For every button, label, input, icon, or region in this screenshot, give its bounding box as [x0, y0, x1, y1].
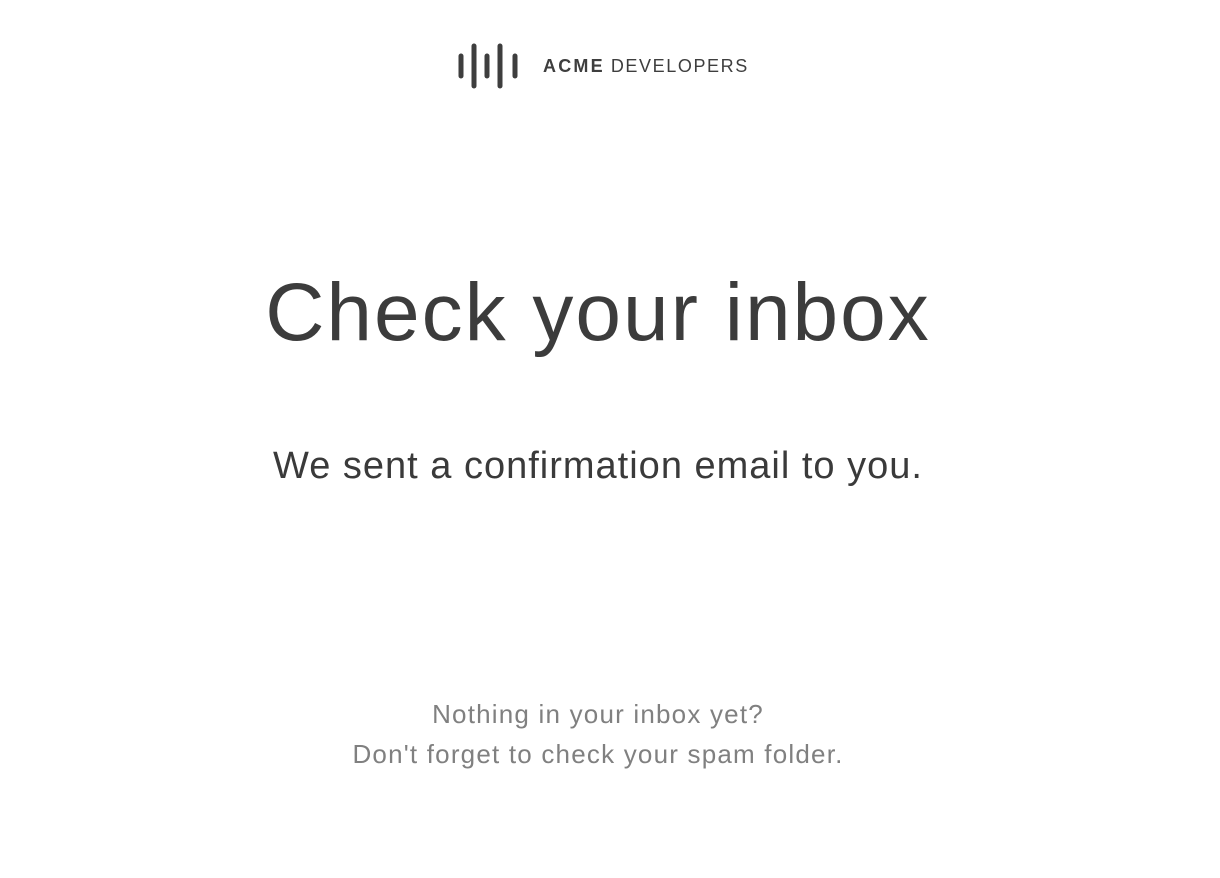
spam-hint: Nothing in your inbox yet? Don't forget …: [0, 694, 1196, 774]
spam-hint-line-1: Nothing in your inbox yet?: [432, 699, 764, 729]
confirmation-message: We sent a confirmation email to you.: [273, 445, 923, 487]
brand-name: ACME DEVELOPERS: [543, 57, 749, 75]
brand-logo[interactable]: ACME DEVELOPERS: [457, 42, 749, 90]
brand-name-primary: ACME: [543, 56, 605, 76]
brand-name-secondary: DEVELOPERS: [610, 56, 749, 76]
spam-hint-line-2: Don't forget to check your spam folder.: [352, 739, 844, 769]
page-title: Check your inbox: [265, 267, 931, 358]
sound-wave-bars-icon: [458, 43, 518, 89]
